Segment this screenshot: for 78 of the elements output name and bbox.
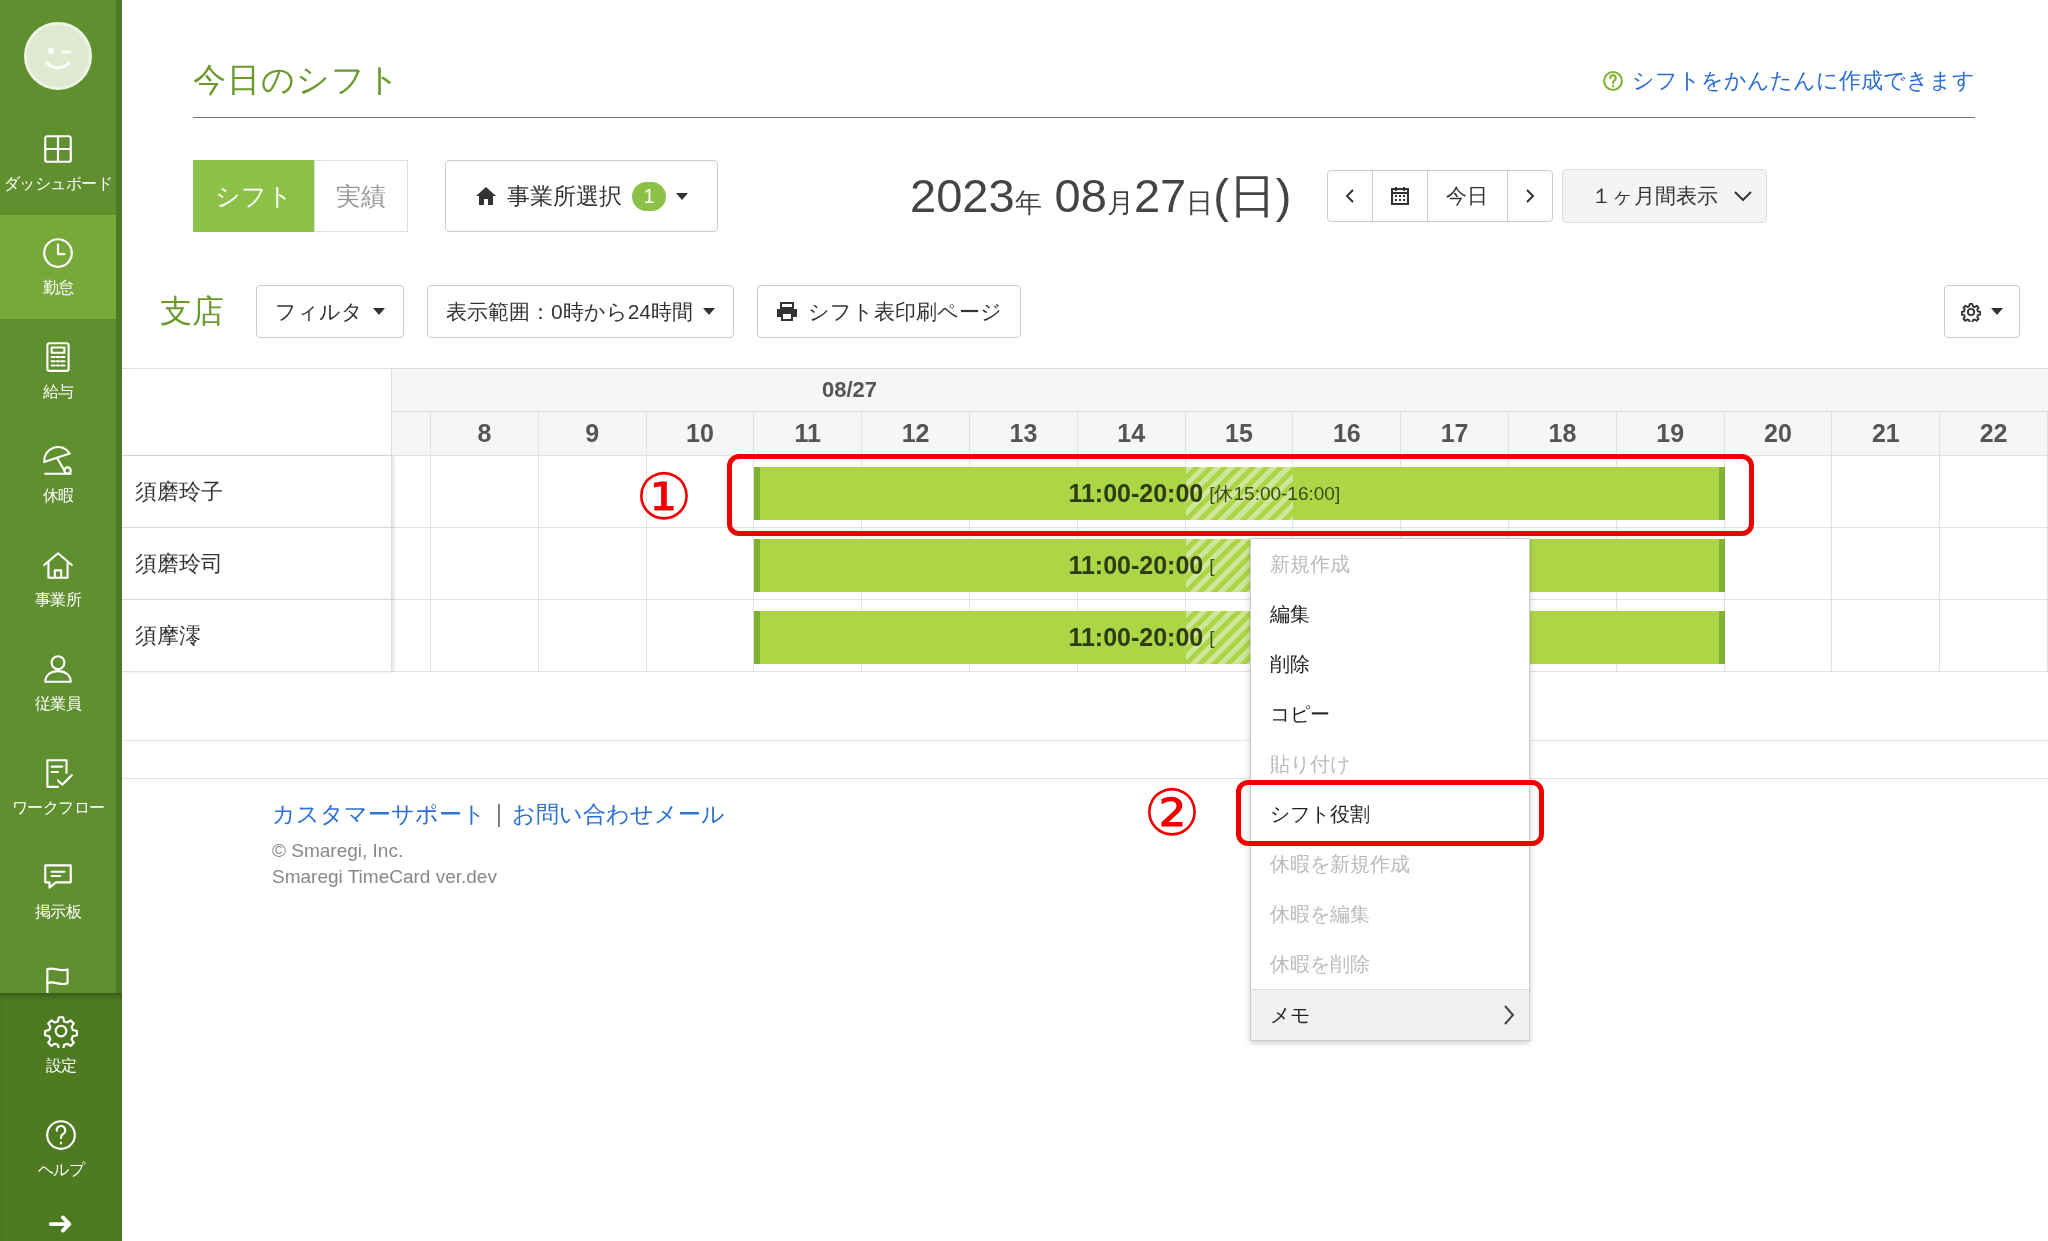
hour-header: 8 xyxy=(431,412,539,456)
help-icon xyxy=(44,1117,78,1152)
date-heading: 2023年 08月 27 日(日) xyxy=(910,167,1292,224)
clock-icon xyxy=(41,235,75,270)
settings-icon xyxy=(1961,301,1981,322)
hour-header: 16 xyxy=(1293,412,1402,456)
caret-icon xyxy=(675,192,688,200)
chevron-right-icon xyxy=(1503,1004,1515,1026)
shift-time: 11:00-20:00 xyxy=(1068,623,1204,652)
beach-umbrella-icon xyxy=(41,443,75,478)
annotation-number: ② xyxy=(1142,778,1202,848)
sidebar-item[interactable]: 掲示板 xyxy=(0,839,116,943)
settings-icon xyxy=(44,1013,78,1048)
sidebar-item[interactable]: ヘルプ xyxy=(0,1097,122,1201)
hour-header: 20 xyxy=(1724,412,1833,456)
chevron-right-icon xyxy=(1524,188,1535,204)
shift-time: 11:00-20:00 xyxy=(1068,551,1204,580)
chevron-left-icon xyxy=(1344,188,1355,204)
office-select-button[interactable]: 事業所選択 1 xyxy=(445,160,718,232)
home-icon xyxy=(475,186,498,206)
chevron-down-icon xyxy=(1733,191,1752,201)
sidebar-item[interactable]: 休暇 xyxy=(0,423,116,527)
hour-header: 21 xyxy=(1832,412,1941,456)
employee-name: 須磨玲司 xyxy=(122,528,392,600)
sidebar-item[interactable]: ダッシュボード xyxy=(0,111,116,215)
view-tab[interactable]: 実績 xyxy=(314,160,408,232)
employee-name: 須磨玲子 xyxy=(122,456,392,528)
employee-name: 須摩澪 xyxy=(122,600,392,672)
support-link[interactable]: カスタマーサポート xyxy=(272,799,486,830)
page-title: 今日のシフト xyxy=(193,60,401,100)
settings-button[interactable] xyxy=(1944,285,2020,338)
link-separator: | xyxy=(496,801,502,828)
calendar-icon xyxy=(1389,186,1410,206)
hour-header: 18 xyxy=(1509,412,1617,456)
caret-icon xyxy=(373,308,385,315)
help-link[interactable]: シフトをかんたんに作成できます xyxy=(1602,65,1975,96)
hour-header: 22 xyxy=(1940,412,2048,456)
range-button[interactable]: 表示範囲：0時から24時間 xyxy=(427,285,735,338)
hour-header: 11 xyxy=(754,412,863,456)
printer-icon xyxy=(776,301,799,322)
timeline-cell xyxy=(392,600,431,672)
hour-header: 19 xyxy=(1616,412,1725,456)
filter-button[interactable]: フィルタ xyxy=(256,285,404,338)
hour-header: 15 xyxy=(1185,412,1294,456)
today-button[interactable]: 今日 xyxy=(1426,170,1508,222)
hour-header xyxy=(392,412,431,456)
hour-header: 10 xyxy=(646,412,755,456)
help-icon xyxy=(1602,69,1624,92)
sidebar-item[interactable]: ワークフロー xyxy=(0,735,116,839)
version-text: Smaregi TimeCard ver.dev xyxy=(272,866,498,888)
annotation-number: ① xyxy=(634,462,694,532)
timeline-cell xyxy=(392,456,431,528)
print-button[interactable]: シフト表印刷ページ xyxy=(757,285,1022,338)
caret-icon xyxy=(703,308,716,315)
menu-item[interactable]: メモ xyxy=(1251,989,1529,1040)
hour-header: 12 xyxy=(862,412,970,456)
hour-header: 14 xyxy=(1077,412,1186,456)
store-name: 支店 xyxy=(160,291,224,331)
break-time: [ xyxy=(1209,554,1215,577)
range-select[interactable]: １ヶ月間表示 xyxy=(1561,169,1767,223)
menu-item[interactable]: シフト役割 xyxy=(1251,789,1529,839)
timeline-cell xyxy=(392,528,431,600)
menu-item[interactable]: コピー xyxy=(1251,689,1529,739)
shift-time: 11:00-20:00 xyxy=(1068,479,1204,508)
copyright-text: © Smaregi, Inc. xyxy=(272,840,405,862)
sidebar-item[interactable]: 従業員 xyxy=(0,631,116,735)
sidebar-item[interactable]: 事業所 xyxy=(0,527,116,631)
break-time: [ xyxy=(1209,626,1215,649)
hour-header: 13 xyxy=(970,412,1078,456)
sidebar-item[interactable]: 給与 xyxy=(0,319,116,423)
date-header: 08/27 xyxy=(392,368,2048,412)
sidebar-item[interactable]: 設定 xyxy=(0,993,122,1097)
hour-header: 9 xyxy=(538,412,647,456)
count-badge: 1 xyxy=(632,181,666,211)
sidebar-item[interactable]: 勤怠 xyxy=(0,215,116,319)
caret-icon xyxy=(1991,308,2003,315)
contact-link[interactable]: お問い合わせメール xyxy=(512,799,725,830)
hour-header: 17 xyxy=(1401,412,1509,456)
